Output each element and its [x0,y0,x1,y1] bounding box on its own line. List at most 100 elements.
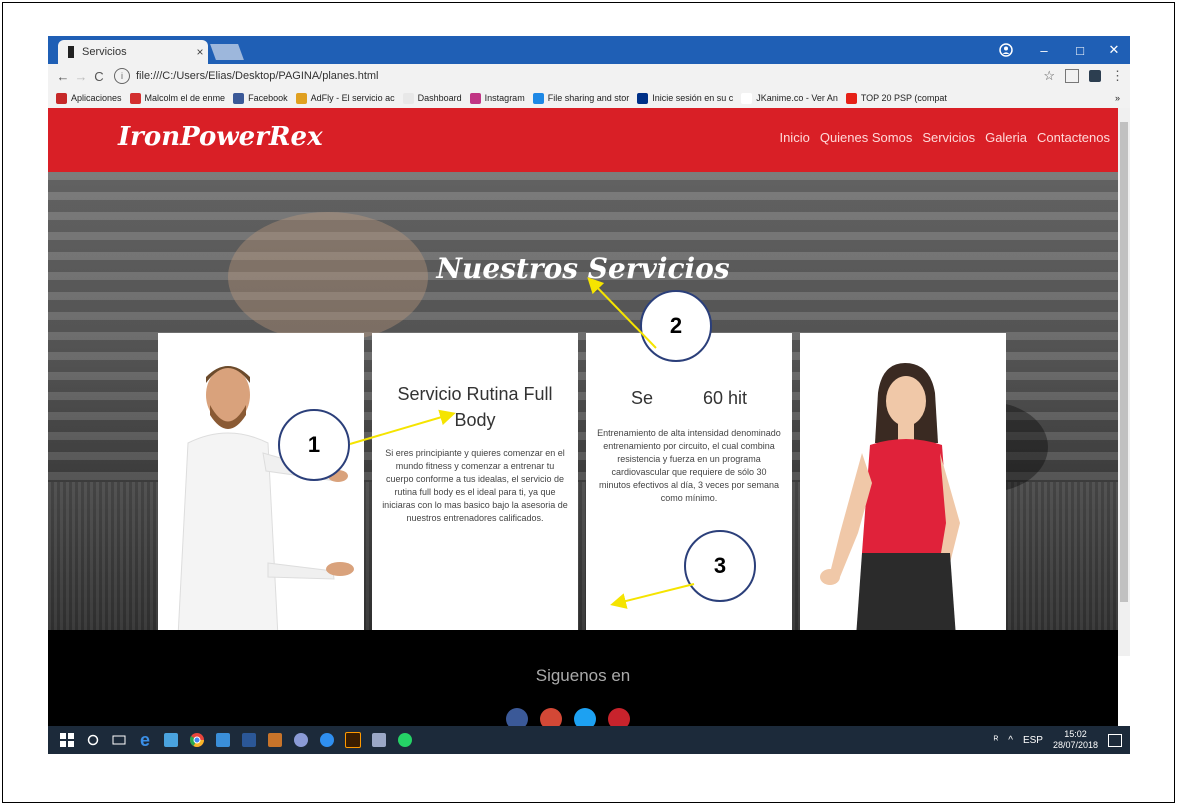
edge-browser-icon[interactable]: e [132,726,158,754]
language-indicator[interactable]: ESP [1023,735,1043,746]
close-window-button[interactable]: ✕ [1096,36,1130,64]
bookmarks-overflow-button[interactable]: » [1115,93,1120,103]
bookmarks-bar: Aplicaciones Malcolm el de enme Facebook Ad… [48,88,1130,109]
bookmark-item[interactable]: TOP 20 PSP (compat [845,92,947,104]
search-icon[interactable] [80,726,106,754]
site-navbar: IronPowerRex Inicio Quienes Somos Servic… [48,108,1118,172]
bookmark-label: Aplicaciones [71,93,122,103]
woman-pointing-illustration [800,333,1006,637]
maximize-button[interactable]: □ [1062,36,1098,64]
bookmark-item[interactable]: File sharing and stor [532,92,629,104]
hero-background: Nuestros Servicios Servicio Rutina Full … [48,172,1118,656]
word-icon[interactable] [236,726,262,754]
dashboard-icon [402,92,414,104]
site-footer-area: Siguenos en [48,656,1118,730]
extension-icon[interactable] [1065,69,1079,83]
card-image-woman [800,333,1006,637]
bookmark-item[interactable]: AdFly - El servicio ac [295,92,395,104]
page-icon [741,92,753,104]
bookmark-item[interactable]: Dashboard [402,92,462,104]
notifications-icon[interactable] [1108,733,1122,747]
app-icon-blue[interactable] [158,726,184,754]
site-brand-logo[interactable]: IronPowerRex [118,122,323,152]
annotation-circle-1: 1 [278,409,350,481]
bookmark-label: Facebook [248,93,288,103]
forward-button[interactable]: → [72,69,90,84]
service-card-full-body: Servicio Rutina Full Body Si eres princi… [372,333,578,637]
address-bar[interactable]: i file:///C:/Users/Elias/Desktop/PAGINA/… [114,67,379,85]
tab-close-icon[interactable]: × [192,45,208,59]
new-tab-button[interactable] [210,44,244,60]
chrome-icon[interactable] [184,726,210,754]
scrollbar-thumb[interactable] [1120,122,1128,602]
paint-palette-icon[interactable] [366,726,392,754]
screenshot: Servicios × – □ ✕ ← → C i file:///C:/Use… [48,36,1130,754]
bookmark-label: AdFly - El servicio ac [310,93,395,103]
extension-dark-icon[interactable] [1089,70,1101,82]
people-icon[interactable]: ᴿ [994,735,999,746]
messenger-icon[interactable] [314,726,340,754]
hero-title: Nuestros Servicios [436,252,730,285]
url-text[interactable]: file:///C:/Users/Elias/Desktop/PAGINA/pl… [136,70,379,82]
site-info-icon[interactable]: i [114,68,130,84]
windows-taskbar: e ᴿ ^ ESP 15:02 28/07/2018 [48,726,1130,754]
annotation-circle-2: 2 [640,290,712,362]
paint-icon[interactable] [288,726,314,754]
browser-tab[interactable]: Servicios × [58,40,208,64]
file-explorer-icon[interactable] [210,726,236,754]
bookmark-item[interactable]: JKanime.co - Ver An [741,92,838,104]
windows-start-icon[interactable] [54,726,80,754]
file-sharing-icon [532,92,544,104]
profile-icon[interactable] [988,36,1024,64]
k-logo-icon [129,92,141,104]
browser-toolbar: ← → C i file:///C:/Users/Elias/Desktop/P… [48,64,1130,88]
system-clock[interactable]: 15:02 28/07/2018 [1053,729,1098,751]
clock-date: 28/07/2018 [1052,740,1098,750]
menu-icon[interactable]: ⋮ [1111,68,1124,84]
browser-tab-strip: Servicios × – □ ✕ [48,36,1130,64]
bookmark-label: Dashboard [417,93,462,103]
instagram-icon [469,92,481,104]
bookmark-item[interactable]: Inicie sesión en su c [637,92,733,104]
clock-time: 15:02 [1064,729,1087,739]
apps-grid-icon [56,92,67,104]
menu-item-quienes-somos[interactable]: Quienes Somos [820,130,913,145]
menu-item-inicio[interactable]: Inicio [779,130,809,145]
bookmark-label: Malcolm el de enme [144,93,226,103]
service-text-full-body: Si eres principiante y quieres comenzar … [382,448,568,523]
app-icon-orange[interactable] [262,726,288,754]
facebook-icon [233,92,245,104]
bookmark-label: TOP 20 PSP (compat [860,93,947,103]
site-footer [48,630,1118,656]
task-view-icon[interactable] [106,726,132,754]
bookmark-star-icon[interactable]: ☆ [1043,68,1055,84]
bookmark-item[interactable]: Instagram [469,92,525,104]
bookmark-item[interactable]: Aplicaciones [56,92,122,104]
service-title-full-body: Servicio Rutina Full Body [397,384,553,430]
adfly-icon [295,92,307,104]
site-menu: Inicio Quienes Somos Servicios Galeria C… [779,130,1110,145]
service-title-360-hit: Se 60 hit [630,388,748,408]
tab-favicon-icon [68,46,74,58]
back-button[interactable]: ← [54,69,72,84]
chevron-up-icon[interactable]: ^ [1008,735,1013,746]
tab-title: Servicios [82,46,127,58]
whatsapp-icon[interactable] [392,726,418,754]
menu-item-servicios[interactable]: Servicios [922,130,975,145]
service-text-360-hit: Entrenamiento de alta intensidad denomin… [597,428,781,503]
reload-button[interactable]: C [90,69,108,84]
illustrator-icon[interactable] [340,726,366,754]
youtube-icon [845,92,857,104]
minimize-button[interactable]: – [1026,36,1062,64]
page-scrollbar[interactable] [1118,108,1130,656]
man-pointing-illustration [158,333,364,638]
bookmark-label: Instagram [484,93,525,103]
bookmark-item[interactable]: Facebook [233,92,288,104]
annotation-circle-3: 3 [684,530,756,602]
menu-item-galeria[interactable]: Galeria [985,130,1027,145]
menu-item-contactenos[interactable]: Contactenos [1037,130,1110,145]
card-image-man [158,333,364,638]
paypal-icon [637,92,649,104]
bookmark-item[interactable]: Malcolm el de enme [129,92,226,104]
service-card-360-hit: Se 60 hit Entrenamiento de alta intensid… [586,333,792,637]
